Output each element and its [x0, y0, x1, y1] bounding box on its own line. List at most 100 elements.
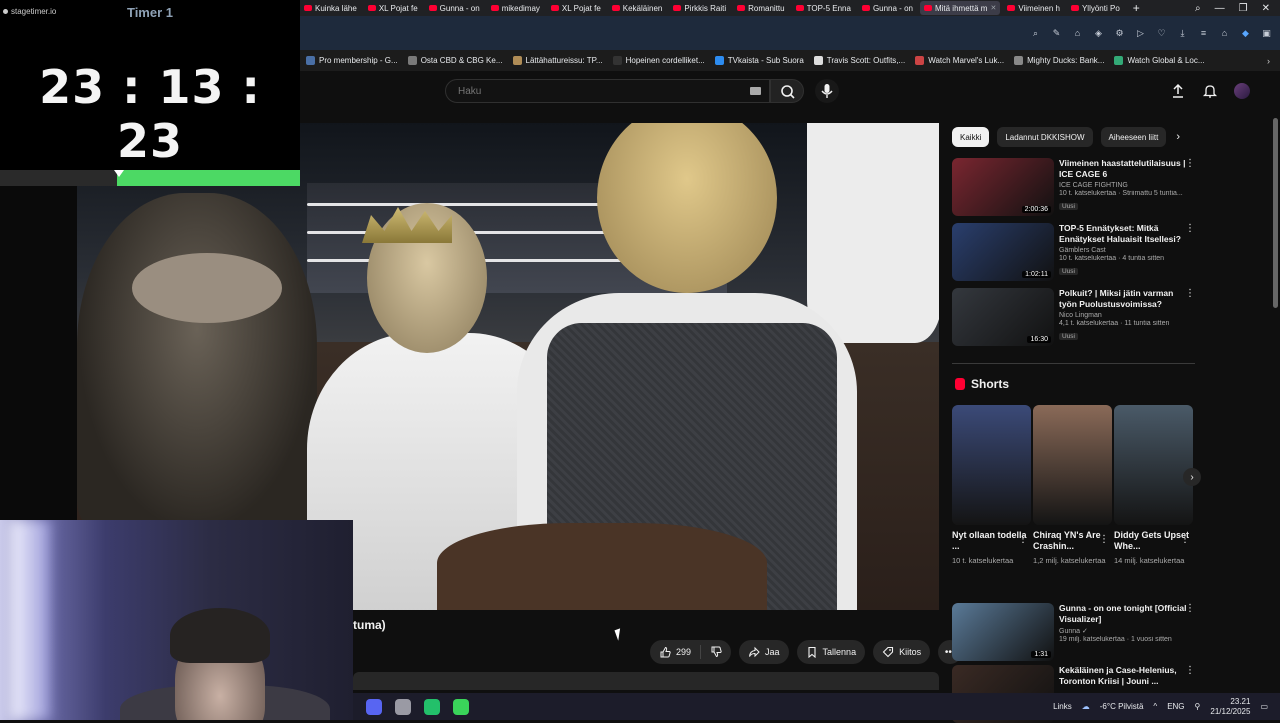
weather-text[interactable]: -6°C Pilvistä — [1100, 702, 1144, 711]
more-vert-icon[interactable]: ⋮ — [1185, 603, 1195, 614]
bookmarks-more-button[interactable]: › — [1267, 56, 1270, 66]
more-vert-icon[interactable]: ⋮ — [1185, 288, 1195, 299]
browser-tab[interactable]: XL Pojat fe — [547, 1, 605, 15]
video-thumbnail[interactable]: 1:31 — [952, 603, 1054, 661]
bookmark-item[interactable]: Lättähattureissu: TP... — [512, 56, 603, 65]
more-vert-icon[interactable]: ⋮ — [1185, 223, 1195, 234]
discord-app-icon[interactable] — [366, 698, 382, 715]
video-thumbnail[interactable]: 16:30 — [952, 288, 1054, 346]
vpn-icon[interactable]: ◆ — [1240, 28, 1251, 39]
voice-search-button[interactable] — [815, 79, 839, 103]
browser-tab[interactable]: Kuinka lähe — [300, 1, 361, 15]
channel-name[interactable]: Gämblers Cast — [1059, 247, 1187, 254]
extension-icon[interactable]: ⌂ — [1072, 28, 1083, 39]
profile-icon[interactable]: ⌂ — [1219, 28, 1230, 39]
clock[interactable]: 23.21 21/12/2025 — [1210, 697, 1250, 717]
thanks-button[interactable]: Kiitos — [873, 640, 931, 664]
recommended-video[interactable]: 16:30 Polkuit? | Miksi jätin varman työn … — [952, 288, 1197, 346]
channel-name[interactable]: ICE CAGE FIGHTING — [1059, 182, 1187, 189]
bookmark-item[interactable]: Pro membership - G... — [306, 56, 398, 65]
save-button[interactable]: Tallenna — [796, 640, 866, 664]
channel-name[interactable]: Gunna ✓ — [1059, 627, 1187, 635]
app-app-icon[interactable] — [424, 698, 440, 715]
short-thumbnail[interactable] — [1033, 405, 1112, 525]
short-thumbnail[interactable] — [1114, 405, 1193, 525]
browser-tab[interactable]: XL Pojat fe — [364, 1, 422, 15]
chevron-right-icon[interactable]: › — [1176, 131, 1180, 143]
video-title[interactable]: Gunna - on one tonight [Official Visuali… — [1059, 603, 1187, 625]
bookmark-item[interactable]: Mighty Ducks: Bank... — [1014, 56, 1104, 65]
bookmark-item[interactable]: Travis Scott: Outfits,... — [813, 56, 905, 65]
play-icon[interactable]: ▷ — [1135, 28, 1146, 39]
account-avatar[interactable] — [1234, 83, 1250, 99]
browser-tab[interactable]: Gunna - on — [425, 1, 484, 15]
download-icon[interactable]: ⤓ — [1177, 28, 1188, 39]
upload-icon[interactable] — [1170, 83, 1186, 99]
links-toolbar[interactable]: Links — [1053, 702, 1072, 711]
keyboard-icon[interactable] — [750, 87, 761, 95]
filter-chip[interactable]: Aiheeseen liitt — [1100, 127, 1167, 147]
edit-icon[interactable]: ✎ — [1051, 28, 1062, 39]
settings-icon[interactable]: ⚙ — [1114, 28, 1125, 39]
recommended-video[interactable]: 1:02:11 TOP-5 Ennätykset: Mitkä Ennätykse… — [952, 223, 1197, 281]
shield-icon[interactable]: ◈ — [1093, 28, 1104, 39]
sidebar-icon[interactable]: ▣ — [1261, 28, 1272, 39]
channel-name[interactable]: Nico Lingman — [1059, 312, 1187, 319]
search-input[interactable] — [456, 80, 736, 102]
video-thumbnail[interactable]: 1:02:11 — [952, 223, 1054, 281]
browser-tab[interactable]: Kekäläinen — [608, 1, 667, 15]
menu-icon[interactable]: ≡ — [1198, 28, 1209, 39]
more-vert-icon[interactable]: ⋮ — [1180, 534, 1190, 545]
bookmark-item[interactable]: Watch Marvel's Luk... — [915, 56, 1004, 65]
bookmark-item[interactable]: Watch Global & Loc... — [1114, 56, 1205, 65]
browser-tab[interactable]: Viimeinen h — [1003, 1, 1064, 15]
recommended-video[interactable]: 2:00:36 Viimeinen haastattelutilaisuus | … — [952, 158, 1197, 216]
bookmark-item[interactable]: Osta CBD & CBG Ke... — [407, 56, 503, 65]
browser-tab[interactable]: Romanittu — [733, 1, 788, 15]
browser-tab[interactable]: mikedimay — [487, 1, 544, 15]
tray-chevron-icon[interactable]: ^ — [1153, 702, 1157, 711]
video-title[interactable]: Viimeinen haastattelutilaisuus | ICE CAG… — [1059, 158, 1187, 180]
more-vert-icon[interactable]: ⋮ — [1099, 534, 1109, 545]
video-title[interactable]: Polkuit? | Miksi jätin varman työn Puolu… — [1059, 288, 1187, 310]
browser-tab[interactable]: Pirkkis Raiti — [669, 1, 730, 15]
description-box[interactable] — [353, 672, 939, 690]
recommended-video[interactable]: 1:31 Gunna - on one tonight [Official Vis… — [952, 603, 1197, 661]
zoom-icon[interactable]: ⌕ — [1030, 28, 1041, 39]
minimize-icon[interactable]: — — [1215, 3, 1225, 14]
browser-tab[interactable]: Mitä ihmettä m ✕ — [919, 1, 1001, 15]
bookmark-item[interactable]: Hopeinen cordelliket... — [612, 56, 705, 65]
browser-tab[interactable]: Yllyönti Po — [1067, 1, 1124, 15]
search-tabs-icon[interactable]: ⌕ — [1195, 3, 1201, 14]
app-app-icon[interactable] — [395, 698, 411, 715]
short-thumbnail[interactable] — [952, 405, 1031, 525]
language-indicator[interactable]: ENG — [1167, 702, 1184, 711]
heart-icon[interactable]: ♡ — [1156, 28, 1167, 39]
notifications-bell-icon[interactable] — [1202, 83, 1218, 99]
video-thumbnail[interactable]: 2:00:36 — [952, 158, 1054, 216]
window-controls: ⌕ — ❐ ✕ — [1195, 3, 1280, 14]
bookmark-item[interactable]: TVkaista - Sub Suora — [714, 56, 804, 65]
dislike-button[interactable] — [701, 640, 731, 664]
more-vert-icon[interactable]: ⋮ — [1185, 158, 1195, 169]
filter-chip[interactable]: Kaikki — [952, 127, 990, 147]
more-vert-icon[interactable]: ⋮ — [1185, 665, 1195, 676]
close-icon[interactable]: ✕ — [990, 4, 996, 12]
video-title[interactable]: Kekäläinen ja Case-Helenius, Toronton Kr… — [1059, 665, 1187, 687]
notifications-icon[interactable]: ▭ — [1260, 702, 1268, 711]
share-button[interactable]: Jaa — [739, 640, 789, 664]
restore-icon[interactable]: ❐ — [1239, 3, 1248, 14]
close-window-icon[interactable]: ✕ — [1262, 3, 1270, 14]
page-scrollbar[interactable] — [1273, 118, 1278, 308]
video-title[interactable]: TOP-5 Ennätykset: Mitkä Ennätykset Halua… — [1059, 223, 1187, 245]
new-tab-button[interactable]: + — [1127, 1, 1146, 15]
like-button[interactable]: 299 — [650, 640, 700, 664]
app-app-icon[interactable] — [453, 698, 469, 715]
browser-tab[interactable]: Gunna - on — [858, 1, 917, 15]
filter-chip[interactable]: Ladannut DKKISHOW — [997, 127, 1093, 147]
more-vert-icon[interactable]: ⋮ — [1018, 534, 1028, 545]
browser-tab[interactable]: TOP-5 Enna — [792, 1, 855, 15]
network-icon[interactable]: ⚲ — [1195, 702, 1201, 711]
shorts-next-button[interactable]: › — [1183, 468, 1201, 486]
search-button[interactable] — [770, 79, 804, 103]
